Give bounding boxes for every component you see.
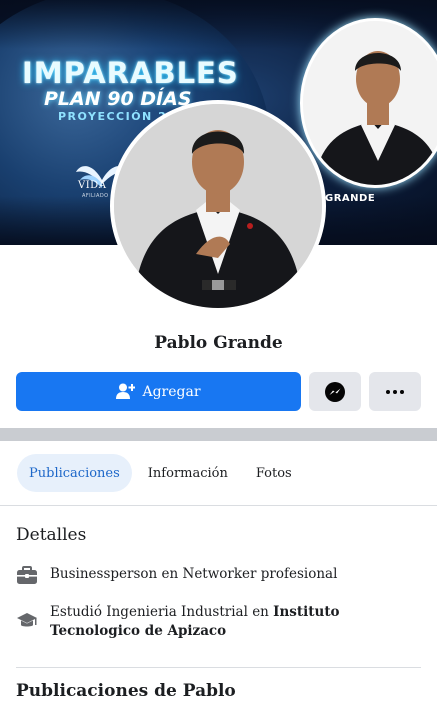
more-options-button[interactable] (369, 372, 421, 411)
profile-tabs: Publicaciones Información Fotos (17, 454, 304, 492)
details-title: Detalles (16, 525, 87, 545)
avatar (114, 104, 322, 308)
graduation-cap-icon (17, 613, 37, 627)
more-dots-icon (386, 389, 404, 394)
messenger-icon (325, 381, 345, 402)
cover-portrait-name: GRANDE (325, 193, 376, 204)
message-button[interactable] (309, 372, 361, 411)
briefcase-icon (17, 566, 37, 584)
section-divider (0, 428, 437, 441)
tab-publicaciones[interactable]: Publicaciones (17, 454, 132, 492)
cover-subheadline: PLAN 90 DÍAS (44, 88, 192, 110)
cover-brand-small: AFILIADO (82, 193, 109, 199)
detail-education: Estudió Ingenieria Industrial en Institu… (16, 603, 350, 641)
details-divider (16, 667, 421, 668)
profile-name: Pablo Grande (154, 333, 283, 353)
tabs-divider (0, 505, 437, 506)
add-friend-label: Agregar (142, 383, 201, 400)
tab-fotos[interactable]: Fotos (244, 454, 304, 492)
education-prefix: Estudió Ingenieria Industrial en (50, 604, 274, 620)
cover-portrait (300, 18, 437, 188)
detail-work: Businessperson en Networker profesional (16, 565, 350, 585)
profile-person-image (114, 104, 322, 308)
detail-work-text: Businessperson en Networker profesional (50, 566, 338, 582)
profile-picture[interactable] (110, 100, 326, 312)
cover-person-image (303, 21, 437, 185)
add-friend-button[interactable]: Agregar (16, 372, 301, 411)
cover-brand: VIDA (78, 180, 107, 191)
person-add-icon (116, 383, 136, 399)
detail-education-text: Estudió Ingenieria Industrial en Institu… (50, 603, 350, 641)
posts-title: Publicaciones de Pablo (16, 681, 236, 701)
tab-informacion[interactable]: Información (136, 454, 240, 492)
cover-headline: IMPARABLES (22, 56, 239, 90)
